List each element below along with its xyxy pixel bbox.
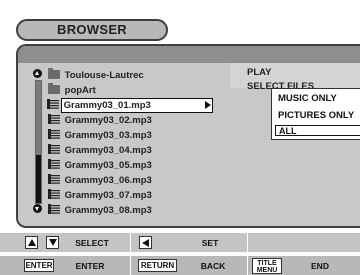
list-item-file[interactable]: Grammy03_05.mp3 (48, 158, 228, 173)
browser-screen: BROWSER Toulouse-Lautrec popArt Grammy03… (0, 0, 360, 275)
list-item-file[interactable]: Grammy03_06.mp3 (48, 173, 228, 188)
filter-dropdown: MUSIC ONLY PICTURES ONLY ALL (271, 88, 360, 140)
list-item-label: Grammy03_08.mp3 (64, 205, 152, 216)
music-file-icon (47, 99, 59, 110)
left-arrow-key-icon[interactable] (139, 236, 152, 249)
list-item-folder[interactable]: popArt (48, 82, 228, 98)
folder-icon (48, 67, 60, 79)
list-item-label: Grammy03_07.mp3 (64, 190, 152, 201)
music-file-icon (48, 129, 60, 140)
option-pictures-only[interactable]: PICTURES ONLY (278, 110, 354, 121)
end-hint: END (311, 261, 329, 271)
list-item-label: Grammy03_02.mp3 (64, 115, 152, 126)
list-item-file[interactable]: Grammy03_03.mp3 (48, 128, 228, 143)
list-item-file[interactable]: Grammy03_04.mp3 (48, 143, 228, 158)
bar-separator (130, 256, 131, 275)
music-file-icon (48, 114, 60, 125)
music-file-icon (48, 174, 60, 185)
set-hint: SET (201, 238, 219, 248)
list-item-file[interactable]: Grammy03_02.mp3 (48, 113, 228, 128)
list-item-file[interactable]: Grammy03_08.mp3 (48, 203, 228, 218)
list-item-label: Toulouse-Lautrec (64, 70, 144, 81)
music-file-icon (48, 159, 60, 170)
back-hint: BACK (200, 261, 226, 271)
return-key[interactable]: RETURN (138, 259, 177, 272)
list-item-label: popArt (64, 85, 96, 96)
select-hint: SELECT (75, 238, 109, 248)
file-list: Toulouse-Lautrec popArt Grammy03_01.mp3 (47, 67, 228, 218)
list-item-selected[interactable]: Grammy03_01.mp3 (47, 98, 215, 113)
bar-separator (130, 233, 131, 252)
scroll-up-icon[interactable] (33, 69, 42, 78)
music-file-icon (48, 204, 60, 215)
list-item-label: Grammy03_03.mp3 (64, 130, 152, 141)
list-item-label: Grammy03_06.mp3 (64, 175, 152, 186)
list-item-file[interactable]: Grammy03_07.mp3 (48, 188, 228, 203)
up-arrow-key-icon[interactable] (25, 236, 38, 249)
enter-key[interactable]: ENTER (24, 259, 54, 272)
play-arrow-icon[interactable] (205, 101, 211, 109)
list-item-label: Grammy03_01.mp3 (63, 100, 151, 111)
folder-icon (48, 82, 60, 94)
menu-item-play[interactable]: PLAY (247, 67, 271, 78)
scroll-down-icon[interactable] (33, 204, 42, 213)
scrollbar-thumb[interactable] (36, 155, 41, 203)
option-all[interactable]: ALL (275, 125, 360, 136)
list-item-label: Grammy03_04.mp3 (64, 145, 152, 156)
list-item-folder[interactable]: Toulouse-Lautrec (48, 67, 228, 83)
list-item-label: Grammy03_05.mp3 (64, 160, 152, 171)
scrollbar-track[interactable] (35, 80, 42, 204)
title-menu-key-line2: MENU (256, 267, 278, 274)
window-header-bar (18, 46, 360, 63)
enter-hint: ENTER (75, 261, 105, 271)
down-arrow-key-icon[interactable] (46, 236, 59, 249)
title-menu-key-line1: TITLE (257, 260, 277, 267)
music-file-icon (48, 189, 60, 200)
window-title: BROWSER (16, 19, 168, 41)
title-menu-key[interactable]: TITLE MENU (252, 258, 282, 274)
music-file-icon (48, 144, 60, 155)
option-music-only[interactable]: MUSIC ONLY (278, 93, 337, 104)
